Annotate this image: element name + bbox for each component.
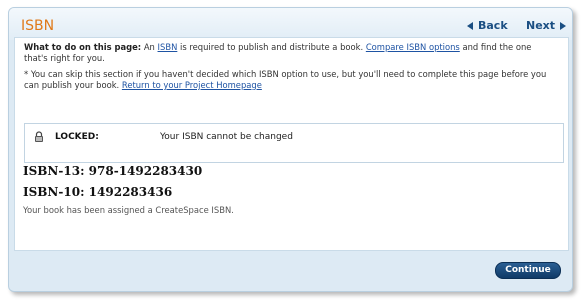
assigned-note: Your book has been assigned a CreateSpac… — [23, 205, 234, 215]
back-button[interactable]: Back — [467, 19, 508, 32]
isbn13-value: ISBN-13: 978-1492283430 — [23, 164, 203, 178]
skip-note: * You can skip this section if you haven… — [24, 69, 554, 90]
compare-isbn-options-link[interactable]: Compare ISBN options — [366, 42, 460, 52]
next-arrow-icon — [560, 21, 567, 30]
back-label: Back — [478, 19, 508, 32]
content-area: What to do on this page: An ISBN is requ… — [14, 37, 569, 251]
back-arrow-icon — [467, 21, 473, 30]
instructions-block: What to do on this page: An ISBN is requ… — [24, 42, 554, 90]
instructions-text-1: An — [141, 42, 158, 52]
instructions-paragraph: What to do on this page: An ISBN is requ… — [24, 42, 554, 63]
isbn-link[interactable]: ISBN — [158, 42, 178, 52]
instructions-text-2: is required to publish and distribute a … — [177, 42, 366, 52]
lock-icon — [35, 131, 43, 142]
locked-message: Your ISBN cannot be changed — [160, 132, 293, 142]
continue-button[interactable]: Continue — [495, 262, 561, 279]
locked-notice: LOCKED: Your ISBN cannot be changed — [24, 123, 564, 163]
skip-note-text: * You can skip this section if you haven… — [24, 69, 547, 90]
locked-label: LOCKED: — [55, 132, 99, 142]
isbn-panel: ISBN Back Next What to do on this page: … — [8, 7, 573, 292]
page-title: ISBN — [21, 18, 55, 34]
instructions-heading: What to do on this page: — [24, 42, 142, 52]
next-button[interactable]: Next — [526, 19, 567, 32]
return-homepage-link[interactable]: Return to your Project Homepage — [122, 80, 262, 90]
isbn10-value: ISBN-10: 1492283436 — [23, 185, 173, 199]
next-label: Next — [526, 19, 556, 32]
